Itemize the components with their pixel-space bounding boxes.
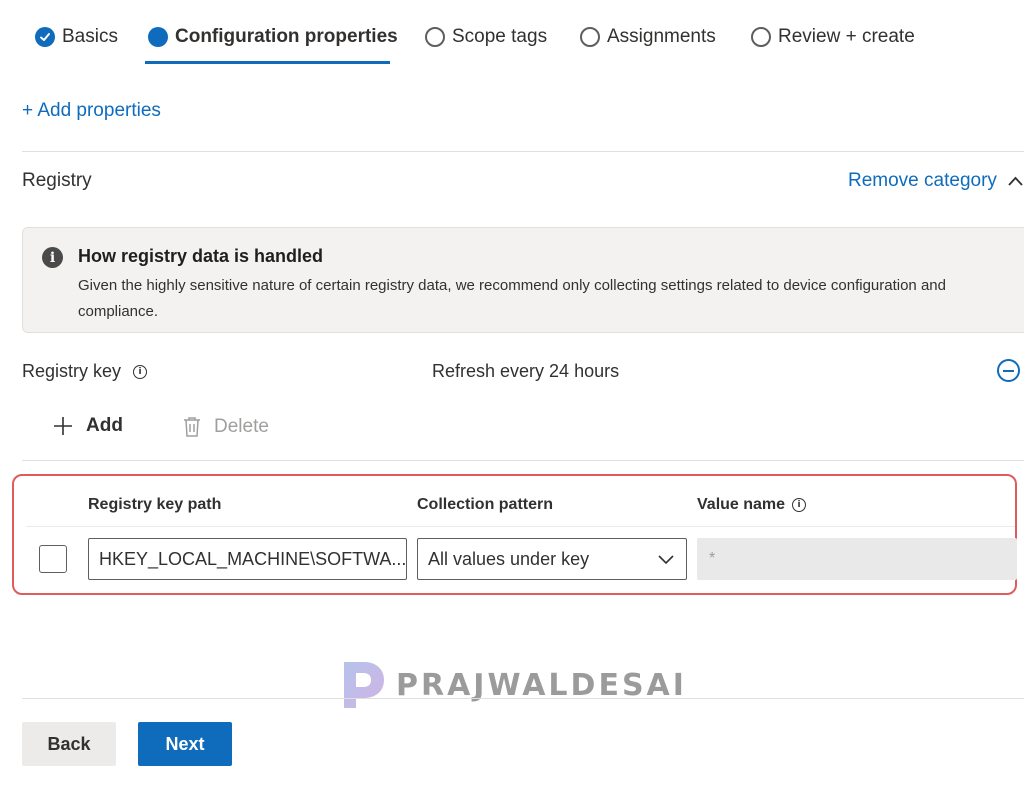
info-banner-title: How registry data is handled (78, 246, 324, 266)
add-button[interactable]: Add (52, 415, 123, 437)
info-icon[interactable]: i (133, 364, 148, 379)
delete-button[interactable]: Delete (182, 416, 269, 438)
info-icon[interactable]: i (792, 498, 807, 512)
step-scope-tags[interactable]: Scope tags (425, 22, 547, 52)
step-label: Scope tags (452, 26, 548, 47)
add-properties-link[interactable]: + Add properties (22, 100, 161, 122)
column-header-label: Value name (697, 496, 786, 513)
info-banner-text: Given the highly sensitive nature of cer… (78, 277, 946, 320)
step-label: Configuration properties (175, 26, 398, 47)
registry-key-label-row: Registry key i (22, 361, 148, 382)
step-label: Assignments (607, 26, 716, 47)
delete-button-label: Delete (214, 416, 269, 437)
chevron-up-icon[interactable] (1007, 173, 1024, 190)
active-step-underline (145, 61, 390, 64)
step-label: Basics (62, 26, 118, 47)
wizard-steps: Basics Configuration properties Scope ta… (0, 0, 1024, 66)
registry-key-label: Registry key (22, 361, 122, 381)
pending-step-icon (751, 27, 771, 47)
pending-step-icon (580, 27, 600, 47)
collapse-icon[interactable] (997, 359, 1020, 382)
divider (22, 698, 1024, 699)
remove-category-link[interactable]: Remove category (848, 170, 997, 192)
refresh-interval-text: Refresh every 24 hours (432, 361, 620, 381)
step-label: Review + create (778, 26, 915, 47)
grid-separator (26, 526, 1015, 527)
registry-key-grid: Registry key path Collection pattern Val… (12, 474, 1017, 595)
checkmark-icon (35, 27, 55, 47)
chevron-down-icon (658, 555, 674, 565)
step-basics[interactable]: Basics (35, 22, 118, 52)
plus-icon (54, 417, 72, 435)
step-review-create[interactable]: Review + create (751, 22, 915, 52)
divider (22, 460, 1024, 461)
column-header-collection-pattern: Collection pattern (417, 496, 554, 513)
column-header-value-name: Value name i (697, 496, 807, 514)
next-button[interactable]: Next (138, 722, 232, 766)
back-button[interactable]: Back (22, 722, 116, 766)
step-assignments[interactable]: Assignments (580, 22, 716, 52)
step-configuration-properties[interactable]: Configuration properties (148, 22, 398, 52)
info-icon: i (42, 247, 63, 268)
divider (22, 151, 1024, 152)
column-header-registry-key-path: Registry key path (88, 496, 222, 513)
row-select-checkbox[interactable] (39, 545, 67, 573)
add-button-label: Add (86, 415, 123, 436)
pending-step-icon (425, 27, 445, 47)
collection-pattern-dropdown[interactable]: All values under key (417, 538, 687, 580)
watermark: PRAJWALDESAI (340, 660, 687, 710)
value-name-input[interactable]: * (697, 538, 1017, 580)
info-banner: i How registry data is handled Given the… (22, 227, 1024, 333)
watermark-logo-icon (344, 662, 384, 708)
collection-pattern-value: All values under key (428, 549, 590, 569)
current-step-icon (148, 27, 168, 47)
trash-icon (184, 417, 200, 437)
category-title: Registry (22, 170, 92, 191)
registry-key-path-input[interactable]: HKEY_LOCAL_MACHINE\SOFTWA... (88, 538, 407, 580)
